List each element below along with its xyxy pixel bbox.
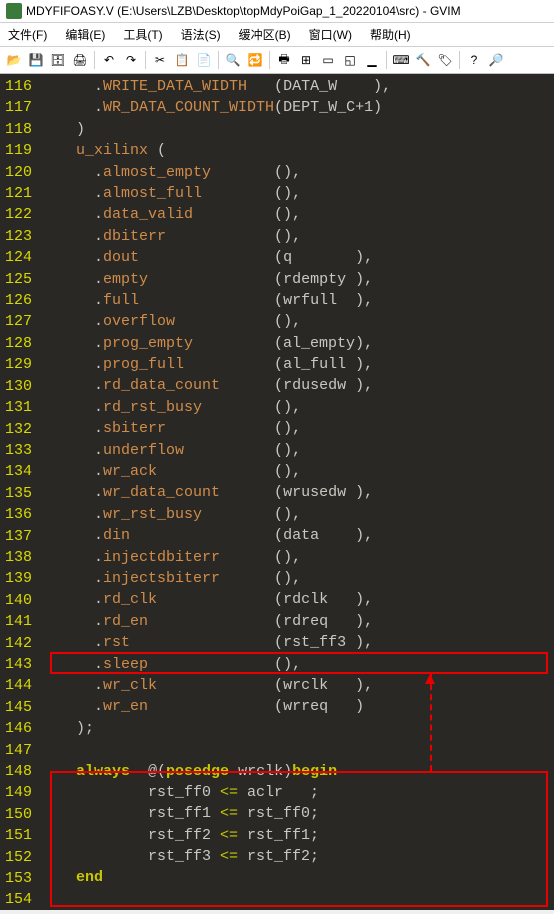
menu-window[interactable]: 窗口(W)	[305, 25, 356, 44]
maxwin-icon[interactable]: ◱	[340, 50, 360, 70]
titlebar: MDYFIFOASY.V (E:\Users\LZB\Desktop\topMd…	[0, 0, 554, 23]
code-line[interactable]: .dbiterr (),	[40, 226, 391, 247]
code-line[interactable]: .injectdbiterr (),	[40, 547, 391, 568]
code-line[interactable]: .wr_rst_busy (),	[40, 504, 391, 525]
menu-syntax[interactable]: 语法(S)	[177, 25, 225, 44]
findhelp-icon[interactable]: 🔎	[486, 50, 506, 70]
code-line[interactable]: .almost_full (),	[40, 183, 391, 204]
code-line[interactable]: .wr_ack (),	[40, 461, 391, 482]
code-line[interactable]: .rd_rst_busy (),	[40, 397, 391, 418]
code-line[interactable]: .WR_DATA_COUNT_WIDTH(DEPT_W_C+1)	[40, 97, 391, 118]
cut-icon[interactable]: ✂	[150, 50, 170, 70]
redo-icon[interactable]: ↷	[121, 50, 141, 70]
copy-icon[interactable]: 📋	[172, 50, 192, 70]
tags-icon[interactable]: 🏷	[435, 50, 455, 70]
annotation-arrow-line	[430, 674, 432, 771]
separator	[269, 51, 270, 69]
code-line[interactable]: .rd_clk (rdclk ),	[40, 589, 391, 610]
menu-tools[interactable]: 工具(T)	[119, 25, 166, 44]
open-icon[interactable]: 📂	[4, 50, 24, 70]
code-line[interactable]: .empty (rdempty ),	[40, 269, 391, 290]
code-line[interactable]: .overflow (),	[40, 311, 391, 332]
code-line[interactable]	[40, 889, 391, 910]
make-icon[interactable]: 🔨	[413, 50, 433, 70]
code-line[interactable]: .wr_data_count (wrusedw ),	[40, 482, 391, 503]
paste-icon[interactable]: 📄	[194, 50, 214, 70]
print2-icon[interactable]: 🖶	[274, 50, 294, 70]
shell-icon[interactable]: ⌨	[391, 50, 411, 70]
annotation-arrow-head	[425, 674, 435, 684]
code-line[interactable]: end	[40, 867, 391, 888]
code-line[interactable]: .almost_empty (),	[40, 162, 391, 183]
code-line[interactable]: rst_ff3 <= rst_ff2;	[40, 846, 391, 867]
find-icon[interactable]: 🔍	[223, 50, 243, 70]
menu-edit[interactable]: 编辑(E)	[61, 25, 109, 44]
minwin-icon[interactable]: ▁	[362, 50, 382, 70]
code-line[interactable]: .rd_data_count (rdusedw ),	[40, 375, 391, 396]
saveall-icon[interactable]: 🗄	[48, 50, 68, 70]
code-line[interactable]: .data_valid (),	[40, 204, 391, 225]
code-line[interactable]: .injectsbiterr (),	[40, 568, 391, 589]
split-icon[interactable]: ▭	[318, 50, 338, 70]
code-line[interactable]: .rd_en (rdreq ),	[40, 611, 391, 632]
code-line[interactable]: )	[40, 119, 391, 140]
replace-icon[interactable]: 🔁	[245, 50, 265, 70]
code-line[interactable]: .prog_full (al_full ),	[40, 354, 391, 375]
undo-icon[interactable]: ↶	[99, 50, 119, 70]
window-title: MDYFIFOASY.V (E:\Users\LZB\Desktop\topMd…	[26, 4, 461, 18]
print-icon[interactable]: 🖨	[70, 50, 90, 70]
code-line[interactable]: .sbiterr (),	[40, 418, 391, 439]
code-line[interactable]: rst_ff0 <= aclr ;	[40, 782, 391, 803]
code-line[interactable]: rst_ff2 <= rst_ff1;	[40, 825, 391, 846]
code-line[interactable]: .rst (rst_ff3 ),	[40, 632, 391, 653]
separator	[459, 51, 460, 69]
menu-file[interactable]: 文件(F)	[4, 25, 51, 44]
code-line[interactable]: .din (data ),	[40, 525, 391, 546]
editor[interactable]: 1161171181191201211221231241251261271281…	[0, 74, 554, 910]
menu-help[interactable]: 帮助(H)	[366, 25, 415, 44]
code-line[interactable]: .sleep (),	[40, 654, 391, 675]
newwin-icon[interactable]: ⊞	[296, 50, 316, 70]
code-line[interactable]: .WRITE_DATA_WIDTH (DATA_W ),	[40, 76, 391, 97]
help-icon[interactable]: ?	[464, 50, 484, 70]
separator	[145, 51, 146, 69]
code-line[interactable]: .underflow (),	[40, 440, 391, 461]
code-line[interactable]: );	[40, 718, 391, 739]
save-icon[interactable]: 💾	[26, 50, 46, 70]
separator	[386, 51, 387, 69]
menubar: 文件(F) 编辑(E) 工具(T) 语法(S) 缓冲区(B) 窗口(W) 帮助(…	[0, 23, 554, 47]
code-line[interactable]: always @(posedge wrclk)begin	[40, 761, 391, 782]
separator	[94, 51, 95, 69]
menu-buffers[interactable]: 缓冲区(B)	[235, 25, 295, 44]
app-icon	[6, 3, 22, 19]
line-number-gutter: 1161171181191201211221231241251261271281…	[0, 74, 38, 910]
code-line[interactable]: .wr_clk (wrclk ),	[40, 675, 391, 696]
code-line[interactable]: .wr_en (wrreq )	[40, 696, 391, 717]
code-line[interactable]: .prog_empty (al_empty),	[40, 333, 391, 354]
code-line[interactable]: .dout (q ),	[40, 247, 391, 268]
code-line[interactable]: rst_ff1 <= rst_ff0;	[40, 803, 391, 824]
code-area[interactable]: .WRITE_DATA_WIDTH (DATA_W ), .WR_DATA_CO…	[38, 74, 391, 910]
code-line[interactable]: u_xilinx (	[40, 140, 391, 161]
separator	[218, 51, 219, 69]
code-line[interactable]	[40, 739, 391, 760]
code-line[interactable]: .full (wrfull ),	[40, 290, 391, 311]
toolbar: 📂 💾 🗄 🖨 ↶ ↷ ✂ 📋 📄 🔍 🔁 🖶 ⊞ ▭ ◱ ▁ ⌨ 🔨 🏷 ? …	[0, 47, 554, 74]
